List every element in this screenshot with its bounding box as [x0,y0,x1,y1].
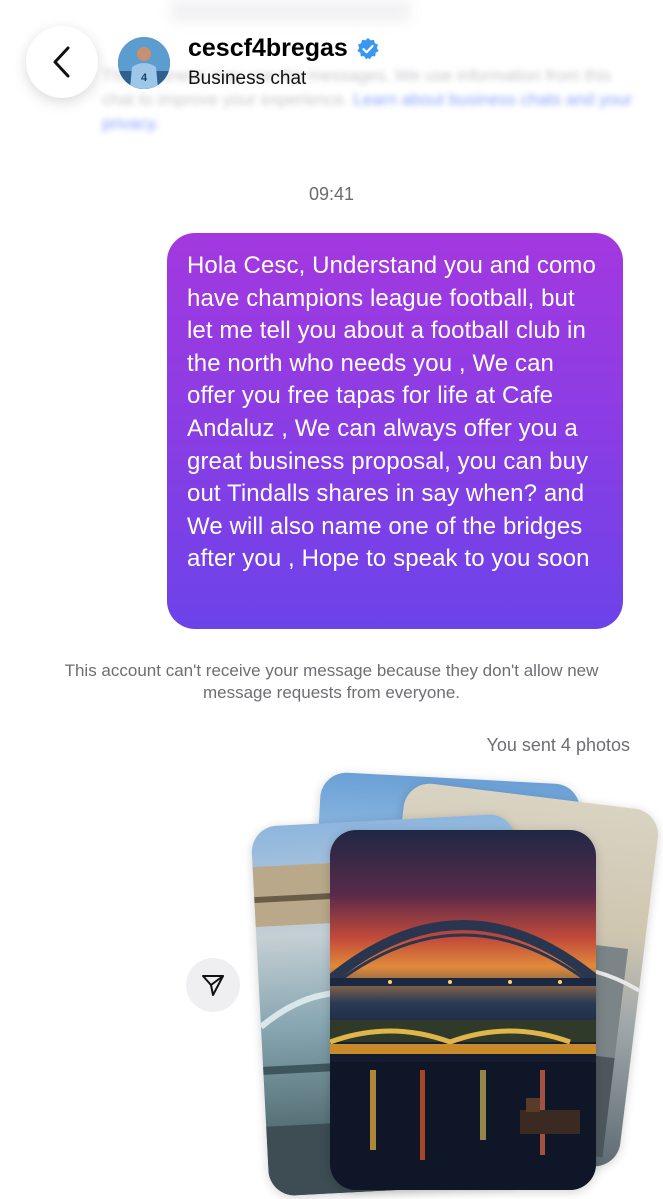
photo-4-scene [330,920,596,1190]
sent-photo-4[interactable] [330,830,596,1190]
verified-badge-icon [357,37,379,59]
back-button[interactable] [26,26,98,98]
message-text: Hola Cesc, Understand you and como have … [187,252,596,573]
sent-photos-label: You sent 4 photos [486,735,630,755]
avatar-photo: 4 [118,37,170,89]
chat-header: 4 cescf4bregas Business chat [0,0,663,130]
sent-message-bubble[interactable]: Hola Cesc, Understand you and como have … [167,233,623,629]
chat-title[interactable]: cescf4bregas [188,34,380,63]
share-button[interactable] [186,958,240,1012]
avatar[interactable]: 4 [118,37,170,89]
chat-subtitle: Business chat [188,68,307,89]
username: cescf4bregas [188,34,348,62]
message-timestamp: 09:41 [308,184,355,204]
chevron-left-icon [53,46,70,78]
svg-text:4: 4 [141,72,148,84]
delivery-notice: This account can't receive your message … [64,661,599,702]
share-send-icon [202,975,224,996]
